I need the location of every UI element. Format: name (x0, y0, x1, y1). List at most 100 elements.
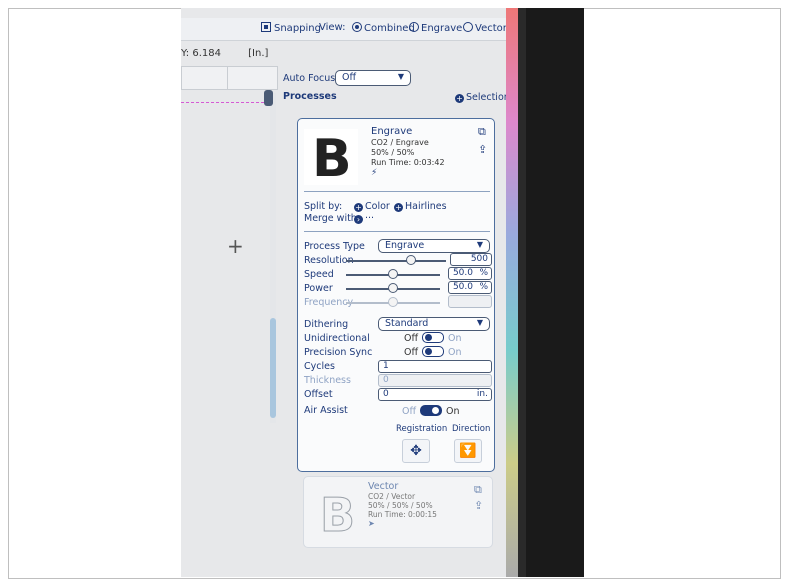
direction-label: Direction (452, 424, 491, 434)
palette-strip (506, 8, 518, 577)
plus-circle-icon: + (455, 94, 464, 103)
coordinate-readout: Y: 6.184 [In.] (181, 48, 268, 59)
process-type-dropdown[interactable]: Engrave ▼ (378, 239, 490, 253)
unit-label: [In.] (248, 48, 269, 59)
direction-down-icon[interactable]: ⏬ (454, 439, 482, 463)
cycles-label: Cycles (304, 361, 335, 372)
divider (304, 191, 490, 192)
view-option-combined[interactable]: Combined (352, 22, 415, 34)
engrave-process-card[interactable]: B Engrave CO2 / Engrave 50% / 50% Run Ti… (297, 118, 495, 472)
precision-sync-label: Precision Sync (304, 347, 373, 358)
engrave-power-speed: 50% / 50% (371, 148, 415, 157)
vector-power-speed: 50% / 50% / 50% (368, 501, 433, 510)
unidirectional-toggle[interactable] (422, 332, 444, 343)
power-slider-knob[interactable] (388, 283, 398, 293)
resolution-slider-knob[interactable] (406, 255, 416, 265)
monitor-bezel (518, 8, 584, 577)
photo-of-monitor: Snapping View: Combined Engrave Vector Y… (181, 8, 584, 577)
processes-title: Processes (283, 91, 337, 102)
dithering-dropdown[interactable]: Standard ▼ (378, 317, 490, 331)
precision-sync-toggle[interactable] (422, 346, 444, 357)
air-assist-off-label: Off (402, 406, 417, 417)
resolution-slider[interactable] (346, 260, 446, 262)
arrow-circle-icon: › (354, 215, 363, 224)
resolution-input[interactable]: 500 (450, 253, 492, 266)
thickness-label: Thickness (304, 375, 351, 386)
vector-process-card[interactable]: B Vector CO2 / Vector 50% / 50% / 50% Ru… (303, 476, 493, 548)
merge-with-button[interactable]: › ··· (354, 213, 374, 224)
auto-focus-dropdown[interactable]: Off ▼ (335, 70, 411, 86)
air-assist-label: Air Assist (304, 405, 348, 416)
plus-circle-icon: + (354, 203, 363, 212)
divider (304, 231, 490, 232)
frequency-input (448, 295, 492, 308)
offset-input[interactable]: 0 in. (378, 388, 492, 401)
process-panel: Auto Focus Off ▼ Processes + Selection B E… (283, 66, 510, 577)
chevron-down-icon: ▼ (476, 318, 483, 327)
b-logo-icon: B (312, 129, 352, 189)
radio-icon (463, 22, 473, 32)
ruler-bar (181, 66, 278, 90)
chevron-down-icon: ▼ (476, 240, 483, 249)
air-assist-toggle[interactable] (420, 405, 442, 416)
precision-sync-off-label: Off (404, 347, 419, 358)
monitor-screen: Snapping View: Combined Engrave Vector Y… (181, 8, 518, 577)
vector-name: Vector (368, 481, 399, 492)
copy-icon[interactable]: ⧉ (474, 483, 482, 497)
engrave-thumbnail: B (304, 129, 358, 185)
scroll-handle-icon[interactable] (264, 90, 273, 106)
thickness-input: 0 (378, 374, 492, 387)
precision-sync-on-label: On (448, 347, 462, 358)
speed-slider-knob[interactable] (388, 269, 398, 279)
laser-icon: ⚡ (371, 168, 378, 178)
unidirectional-on-label: On (448, 333, 462, 344)
export-icon[interactable]: ⇪ (474, 499, 483, 512)
vector-run-time: Run Time: 0:00:15 (368, 510, 437, 519)
engrave-subtitle: CO2 / Engrave (371, 138, 429, 147)
frequency-slider-knob (388, 297, 398, 307)
plus-circle-icon: + (394, 203, 403, 212)
copy-icon[interactable]: ⧉ (478, 125, 486, 139)
registration-crosshair-icon[interactable]: ✥ (402, 439, 430, 463)
view-option-engrave[interactable]: Engrave (409, 22, 462, 34)
radio-icon (409, 22, 419, 32)
merge-with-label: Merge with: (304, 213, 361, 224)
process-type-label: Process Type (304, 241, 365, 252)
cycles-input[interactable]: 1 (378, 360, 492, 373)
unidirectional-label: Unidirectional (304, 333, 370, 344)
design-boundary-line (181, 102, 274, 103)
selection-button[interactable]: + Selection (455, 92, 510, 103)
view-option-vector[interactable]: Vector (463, 22, 507, 34)
view-label: View: (319, 22, 346, 33)
canvas-scrollbar[interactable] (270, 93, 276, 423)
split-by-hairlines-button[interactable]: + Hairlines (394, 201, 447, 212)
air-assist-on-label: On (446, 406, 460, 417)
split-by-label: Split by: (304, 201, 343, 212)
radio-selected-icon (352, 22, 362, 32)
auto-focus-label: Auto Focus (283, 73, 336, 84)
speed-label: Speed (304, 269, 334, 280)
power-input[interactable]: 50.0% (448, 281, 492, 294)
vector-subtitle: CO2 / Vector (368, 492, 416, 501)
vector-thumbnail: B (312, 485, 358, 542)
dithering-label: Dithering (304, 319, 349, 330)
snapping-toggle[interactable]: Snapping (261, 22, 321, 34)
crosshair-icon: + (227, 234, 244, 258)
vector-laser-icon: ➤ (368, 519, 375, 528)
split-by-color-button[interactable]: + Color (354, 201, 390, 212)
speed-input[interactable]: 50.0% (448, 267, 492, 280)
engrave-name: Engrave (371, 126, 413, 137)
unidirectional-off-label: Off (404, 333, 419, 344)
view-toolbar: Snapping View: Combined Engrave Vector (181, 18, 518, 41)
snapping-label: Snapping (274, 23, 321, 34)
chevron-down-icon: ▼ (397, 72, 404, 81)
power-label: Power (304, 283, 333, 294)
y-coordinate: Y: 6.184 (181, 48, 221, 59)
scrollbar-thumb[interactable] (270, 318, 276, 418)
b-outline-logo-icon: B (319, 488, 356, 542)
engrave-run-time: Run Time: 0:03:42 (371, 158, 445, 167)
export-icon[interactable]: ⇪ (478, 143, 487, 156)
registration-label: Registration (396, 424, 448, 434)
snapping-checkbox-icon (261, 22, 271, 32)
offset-label: Offset (304, 389, 333, 400)
